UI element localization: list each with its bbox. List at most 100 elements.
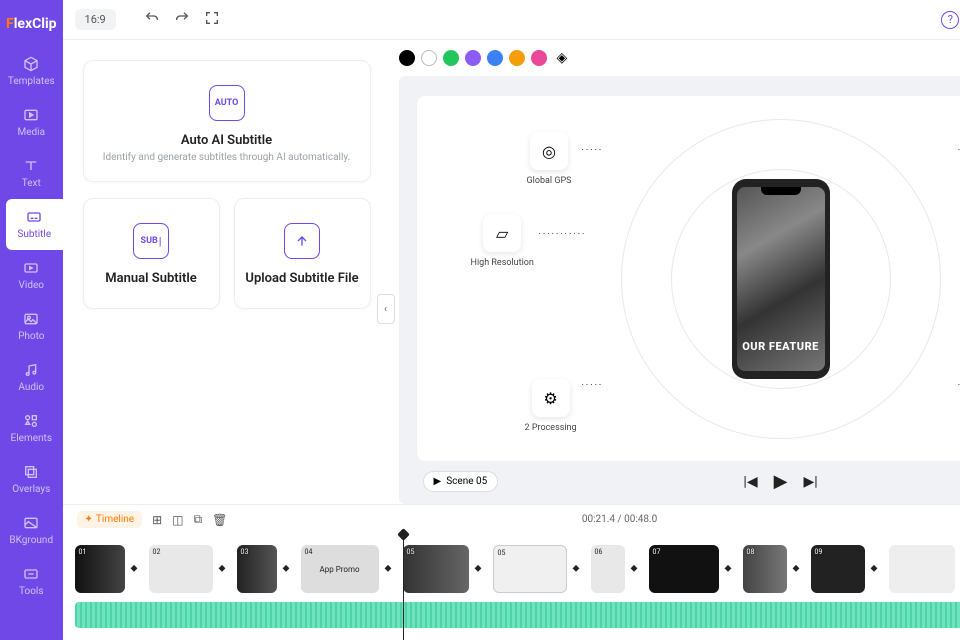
play-icon[interactable]: ▶ xyxy=(774,471,788,492)
scene-indicator[interactable]: ▶ Scene 05 xyxy=(423,471,499,492)
timeline-toolbar: ✦ Timeline ⊞ ◫ ⧉ 🗑 00:21.4 / 00:48.0 ⊖ ⊕… xyxy=(63,504,960,534)
aspect-ratio[interactable]: 16:9 xyxy=(75,9,116,30)
nav-overlays[interactable]: Overlays xyxy=(0,454,63,505)
play-controls: ▶ Scene 05 |◀ ▶ ▶| ◔ 6.0s ⛶ xyxy=(417,461,960,494)
nav-templates[interactable]: Templates xyxy=(0,46,63,97)
timeline-chip[interactable]: ✦ Timeline xyxy=(77,511,143,528)
collapse-panel-icon[interactable]: ‹ xyxy=(377,294,395,324)
audio-icon xyxy=(23,362,39,378)
transition-icon[interactable]: ⬥ xyxy=(475,563,487,575)
nav-elements[interactable]: Elements xyxy=(0,403,63,454)
next-icon[interactable]: ▶| xyxy=(803,474,817,490)
transition-icon[interactable]: ⬥ xyxy=(573,563,585,575)
fill-bucket-icon[interactable]: ◈ xyxy=(557,50,568,66)
bkground-icon xyxy=(23,515,39,531)
nav-tools[interactable]: Tools xyxy=(0,556,63,607)
clip-04[interactable]: 04App Promo xyxy=(301,545,379,593)
transition-icon[interactable]: ⬥ xyxy=(385,563,397,575)
workspace: AUTO Auto AI Subtitle Identify and gener… xyxy=(63,40,960,504)
swatch-pink[interactable] xyxy=(531,50,547,66)
nav-subtitle[interactable]: Subtitle xyxy=(6,199,63,250)
delete-icon[interactable]: 🗑 xyxy=(212,513,227,527)
auto-badge-icon: AUTO xyxy=(209,85,245,121)
duplicate-icon[interactable]: ⧉ xyxy=(194,512,203,527)
clip-09b[interactable] xyxy=(889,545,955,593)
clip-05[interactable]: 05 xyxy=(403,545,469,593)
gps-icon: ◎ xyxy=(530,132,568,170)
gear-icon: ⚙ xyxy=(532,379,570,417)
add-scene-icon[interactable]: ⊞ xyxy=(152,513,162,527)
timeline[interactable]: 01 ⬥ 02 ⬥ 03 ⬥ 04App Promo ⬥ 05 ⬥ 05 ⬥ 0… xyxy=(63,534,960,640)
transition-icon[interactable]: ⬥ xyxy=(219,563,231,575)
tools-icon xyxy=(23,566,39,582)
transition-icon[interactable]: ⬥ xyxy=(283,563,295,575)
feature-gps: ◎ Global GPS xyxy=(527,132,572,186)
photo-icon xyxy=(23,311,39,327)
transition-icon[interactable]: ⬥ xyxy=(725,563,737,575)
nav-video[interactable]: Video xyxy=(0,250,63,301)
resolution-icon: ▱ xyxy=(483,214,521,252)
media-icon xyxy=(23,107,39,123)
timeline-time: 00:21.4 / 00:48.0 xyxy=(582,514,657,525)
nav-media[interactable]: Media xyxy=(0,97,63,148)
auto-title: Auto AI Subtitle xyxy=(100,133,354,148)
logo: FlexClip xyxy=(0,8,63,46)
nav-audio[interactable]: Audio xyxy=(0,352,63,403)
manual-subtitle-card[interactable]: SUB| Manual Subtitle xyxy=(83,198,220,309)
sub-badge-icon: SUB| xyxy=(133,223,169,259)
subtitle-icon xyxy=(26,209,42,225)
clips-row: 01 ⬥ 02 ⬥ 03 ⬥ 04App Promo ⬥ 05 ⬥ 05 ⬥ 0… xyxy=(75,542,960,596)
main: 16:9 ? Save Export→ Sign Up AUTO Auto AI… xyxy=(63,0,960,640)
redo-icon[interactable] xyxy=(174,10,190,30)
undo-icon[interactable] xyxy=(144,10,160,30)
clip-01[interactable]: 01 xyxy=(75,545,125,593)
swatch-black[interactable] xyxy=(399,50,415,66)
prev-icon[interactable]: |◀ xyxy=(743,474,757,490)
swatch-white[interactable] xyxy=(421,50,437,66)
playhead[interactable] xyxy=(403,534,404,640)
templates-icon xyxy=(23,56,39,72)
phone-mockup: OUR FEATURE xyxy=(732,179,830,379)
manual-title: Manual Subtitle xyxy=(94,271,209,286)
auto-subtitle: Identify and generate subtitles through … xyxy=(100,152,354,163)
topbar: 16:9 ? Save Export→ Sign Up xyxy=(63,0,960,40)
clip-09[interactable]: 09 xyxy=(811,545,865,593)
split-icon[interactable]: ◫ xyxy=(172,513,183,527)
swatch-blue[interactable] xyxy=(487,50,503,66)
video-icon xyxy=(23,260,39,276)
transition-icon[interactable]: ⬥ xyxy=(631,563,643,575)
clip-06-active[interactable]: 05 xyxy=(493,545,567,593)
swatch-purple[interactable] xyxy=(465,50,481,66)
subtitle-panel: AUTO Auto AI Subtitle Identify and gener… xyxy=(63,40,385,504)
transition-icon[interactable]: ⬥ xyxy=(131,563,143,575)
clip-07[interactable]: 07 xyxy=(649,545,719,593)
swatch-green[interactable] xyxy=(443,50,459,66)
sidebar: FlexClip Templates Media Text Subtitle V… xyxy=(0,0,63,640)
audio-track[interactable] xyxy=(75,602,960,628)
canvas-wrap: ◎ Global GPS ····· ☼ Bright Spot ····· ▱… xyxy=(399,76,960,504)
help-icon[interactable]: ? xyxy=(941,11,959,29)
transition-icon[interactable]: ⬥ xyxy=(871,563,883,575)
auto-subtitle-card[interactable]: AUTO Auto AI Subtitle Identify and gener… xyxy=(83,60,371,182)
nav-bkground[interactable]: BKground xyxy=(0,505,63,556)
nav-photo[interactable]: Photo xyxy=(0,301,63,352)
preview-column: ‹ ◈ ◎ Global GPS · xyxy=(385,40,960,504)
feature-res: ▱ High Resolution xyxy=(471,214,534,268)
upload-icon xyxy=(284,223,320,259)
clip-08[interactable]: 08 xyxy=(743,545,787,593)
swatch-yellow[interactable] xyxy=(509,50,525,66)
transition-icon[interactable]: ⬥ xyxy=(793,563,805,575)
clip-03[interactable]: 03 xyxy=(237,545,277,593)
clip-02[interactable]: 02 xyxy=(149,545,213,593)
preview-canvas[interactable]: ◎ Global GPS ····· ☼ Bright Spot ····· ▱… xyxy=(417,96,960,461)
nav-text[interactable]: Text xyxy=(0,148,63,199)
color-swatches: ◈ xyxy=(385,40,960,76)
fullscreen-icon[interactable] xyxy=(204,10,220,30)
feature-proc: ⚙ 2 Processing xyxy=(525,379,577,433)
upload-title: Upload Subtitle File xyxy=(245,271,360,286)
overlays-icon xyxy=(23,464,39,480)
text-icon xyxy=(23,158,39,174)
elements-icon xyxy=(23,413,39,429)
upload-subtitle-card[interactable]: Upload Subtitle File xyxy=(234,198,371,309)
clip-06b[interactable]: 06 xyxy=(591,545,625,593)
